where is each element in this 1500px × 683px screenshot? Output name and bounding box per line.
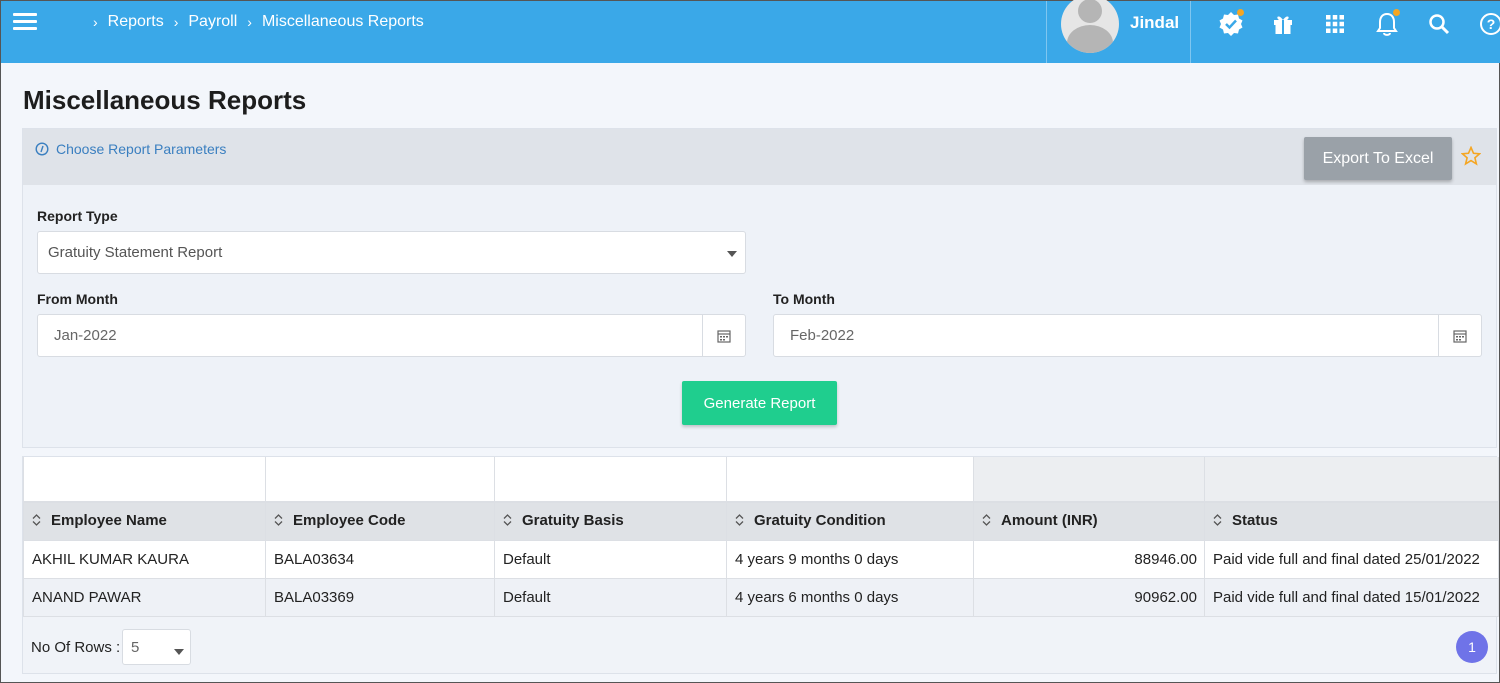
menu-icon[interactable] [13, 13, 37, 33]
column-header-label: Employee Code [293, 512, 406, 530]
top-icons: ? [1216, 9, 1500, 39]
employee-name-cell: AKHIL KUMAR KAURA [23, 539, 266, 579]
top-bar: › Reports › Payroll › Miscellaneous Repo… [1, 0, 1500, 63]
pagination-page-button[interactable]: 1 [1456, 631, 1488, 663]
column-header-amount[interactable]: Amount (INR) [973, 501, 1205, 541]
column-header-label: Gratuity Basis [522, 512, 624, 530]
column-header-label: Employee Name [51, 512, 167, 530]
search-icon[interactable] [1424, 9, 1454, 39]
gratuity-basis-cell: Default [494, 539, 727, 579]
to-month-field[interactable]: Feb-2022 [773, 314, 1482, 357]
verified-badge-icon[interactable] [1216, 9, 1246, 39]
breadcrumb: › Reports › Payroll › Miscellaneous Repo… [93, 13, 434, 31]
amount-cell: 88946.00 [973, 539, 1205, 579]
column-header-label: Status [1232, 512, 1278, 530]
from-month-label: From Month [37, 291, 118, 307]
sort-icon [982, 513, 991, 530]
filter-cell [973, 457, 1205, 503]
to-month-value: Feb-2022 [790, 327, 855, 344]
table-row: AKHIL KUMAR KAURA BALA03634 Default 4 ye… [23, 539, 1499, 579]
chevron-right-icon: › [173, 14, 179, 30]
filter-cell [1204, 457, 1499, 503]
column-header-label: Gratuity Condition [754, 512, 886, 530]
breadcrumb-payroll[interactable]: Payroll [188, 13, 237, 31]
employee-name-cell: ANAND PAWAR [23, 577, 266, 617]
employee-code-cell: BALA03634 [265, 539, 495, 579]
username: Jindal [1130, 13, 1180, 32]
filter-cell[interactable] [726, 457, 974, 503]
sort-icon [32, 513, 41, 530]
filter-cell[interactable] [23, 457, 266, 503]
breadcrumb-reports[interactable]: Reports [108, 13, 164, 31]
sort-icon [503, 513, 512, 530]
column-header-employee-code[interactable]: Employee Code [265, 501, 495, 541]
results-table-container: Employee Name Employee Code Gratuity Bas… [22, 456, 1499, 674]
caret-down-icon [727, 251, 737, 257]
gratuity-basis-cell: Default [494, 577, 727, 617]
bell-icon[interactable] [1372, 9, 1402, 39]
chevron-right-icon: › [247, 14, 252, 30]
sort-icon [274, 513, 283, 530]
panel-header: Choose Report Parameters Export To Excel [23, 129, 1496, 185]
choose-params-label: Choose Report Parameters [56, 141, 227, 157]
report-parameters-panel: Choose Report Parameters Export To Excel… [22, 128, 1497, 448]
header-row: Employee Name Employee Code Gratuity Bas… [23, 501, 1499, 541]
svg-text:?: ? [1487, 16, 1496, 32]
table-row: ANAND PAWAR BALA03369 Default 4 years 6 … [23, 577, 1499, 617]
star-icon[interactable] [1461, 146, 1481, 166]
gratuity-condition-cell: 4 years 9 months 0 days [726, 539, 974, 579]
calendar-icon[interactable] [1438, 315, 1481, 356]
status-cell: Paid vide full and final dated 15/01/202… [1204, 577, 1499, 617]
report-type-label: Report Type [37, 208, 118, 224]
help-icon[interactable]: ? [1476, 9, 1500, 39]
user-menu[interactable]: Jindal [1046, 0, 1191, 63]
filter-cell[interactable] [265, 457, 495, 503]
sort-icon [1213, 513, 1222, 530]
page-title: Miscellaneous Reports [23, 85, 307, 115]
sort-icon [735, 513, 744, 530]
gratuity-condition-cell: 4 years 6 months 0 days [726, 577, 974, 617]
breadcrumb-miscellaneous-reports[interactable]: Miscellaneous Reports [262, 13, 424, 31]
gift-icon[interactable] [1268, 9, 1298, 39]
apps-grid-icon[interactable] [1320, 9, 1350, 39]
rows-per-page-label: No Of Rows : [31, 639, 121, 656]
generate-report-button[interactable]: Generate Report [682, 381, 837, 425]
export-to-excel-button[interactable]: Export To Excel [1304, 137, 1452, 180]
results-table: Employee Name Employee Code Gratuity Bas… [23, 457, 1499, 617]
from-month-value: Jan-2022 [54, 327, 117, 344]
employee-code-cell: BALA03369 [265, 577, 495, 617]
amount-cell: 90962.00 [973, 577, 1205, 617]
column-header-gratuity-basis[interactable]: Gratuity Basis [494, 501, 727, 541]
column-header-gratuity-condition[interactable]: Gratuity Condition [726, 501, 974, 541]
column-header-status[interactable]: Status [1204, 501, 1499, 541]
calendar-icon[interactable] [702, 315, 745, 356]
column-header-label: Amount (INR) [1001, 512, 1098, 530]
report-type-value: Gratuity Statement Report [48, 244, 223, 261]
choose-params-toggle[interactable]: Choose Report Parameters [35, 141, 226, 157]
chevron-right-icon: › [93, 14, 98, 30]
column-header-employee-name[interactable]: Employee Name [23, 501, 266, 541]
report-type-select[interactable]: Gratuity Statement Report [37, 231, 746, 274]
avatar [1061, 0, 1119, 53]
status-cell: Paid vide full and final dated 25/01/202… [1204, 539, 1499, 579]
filter-cell[interactable] [494, 457, 727, 503]
rows-per-page-select[interactable]: 5 [122, 629, 191, 665]
info-icon [35, 142, 49, 156]
from-month-field[interactable]: Jan-2022 [37, 314, 746, 357]
rows-per-page-value: 5 [131, 639, 140, 656]
filter-row [23, 457, 1499, 503]
to-month-label: To Month [773, 291, 835, 307]
caret-down-icon [174, 649, 184, 655]
